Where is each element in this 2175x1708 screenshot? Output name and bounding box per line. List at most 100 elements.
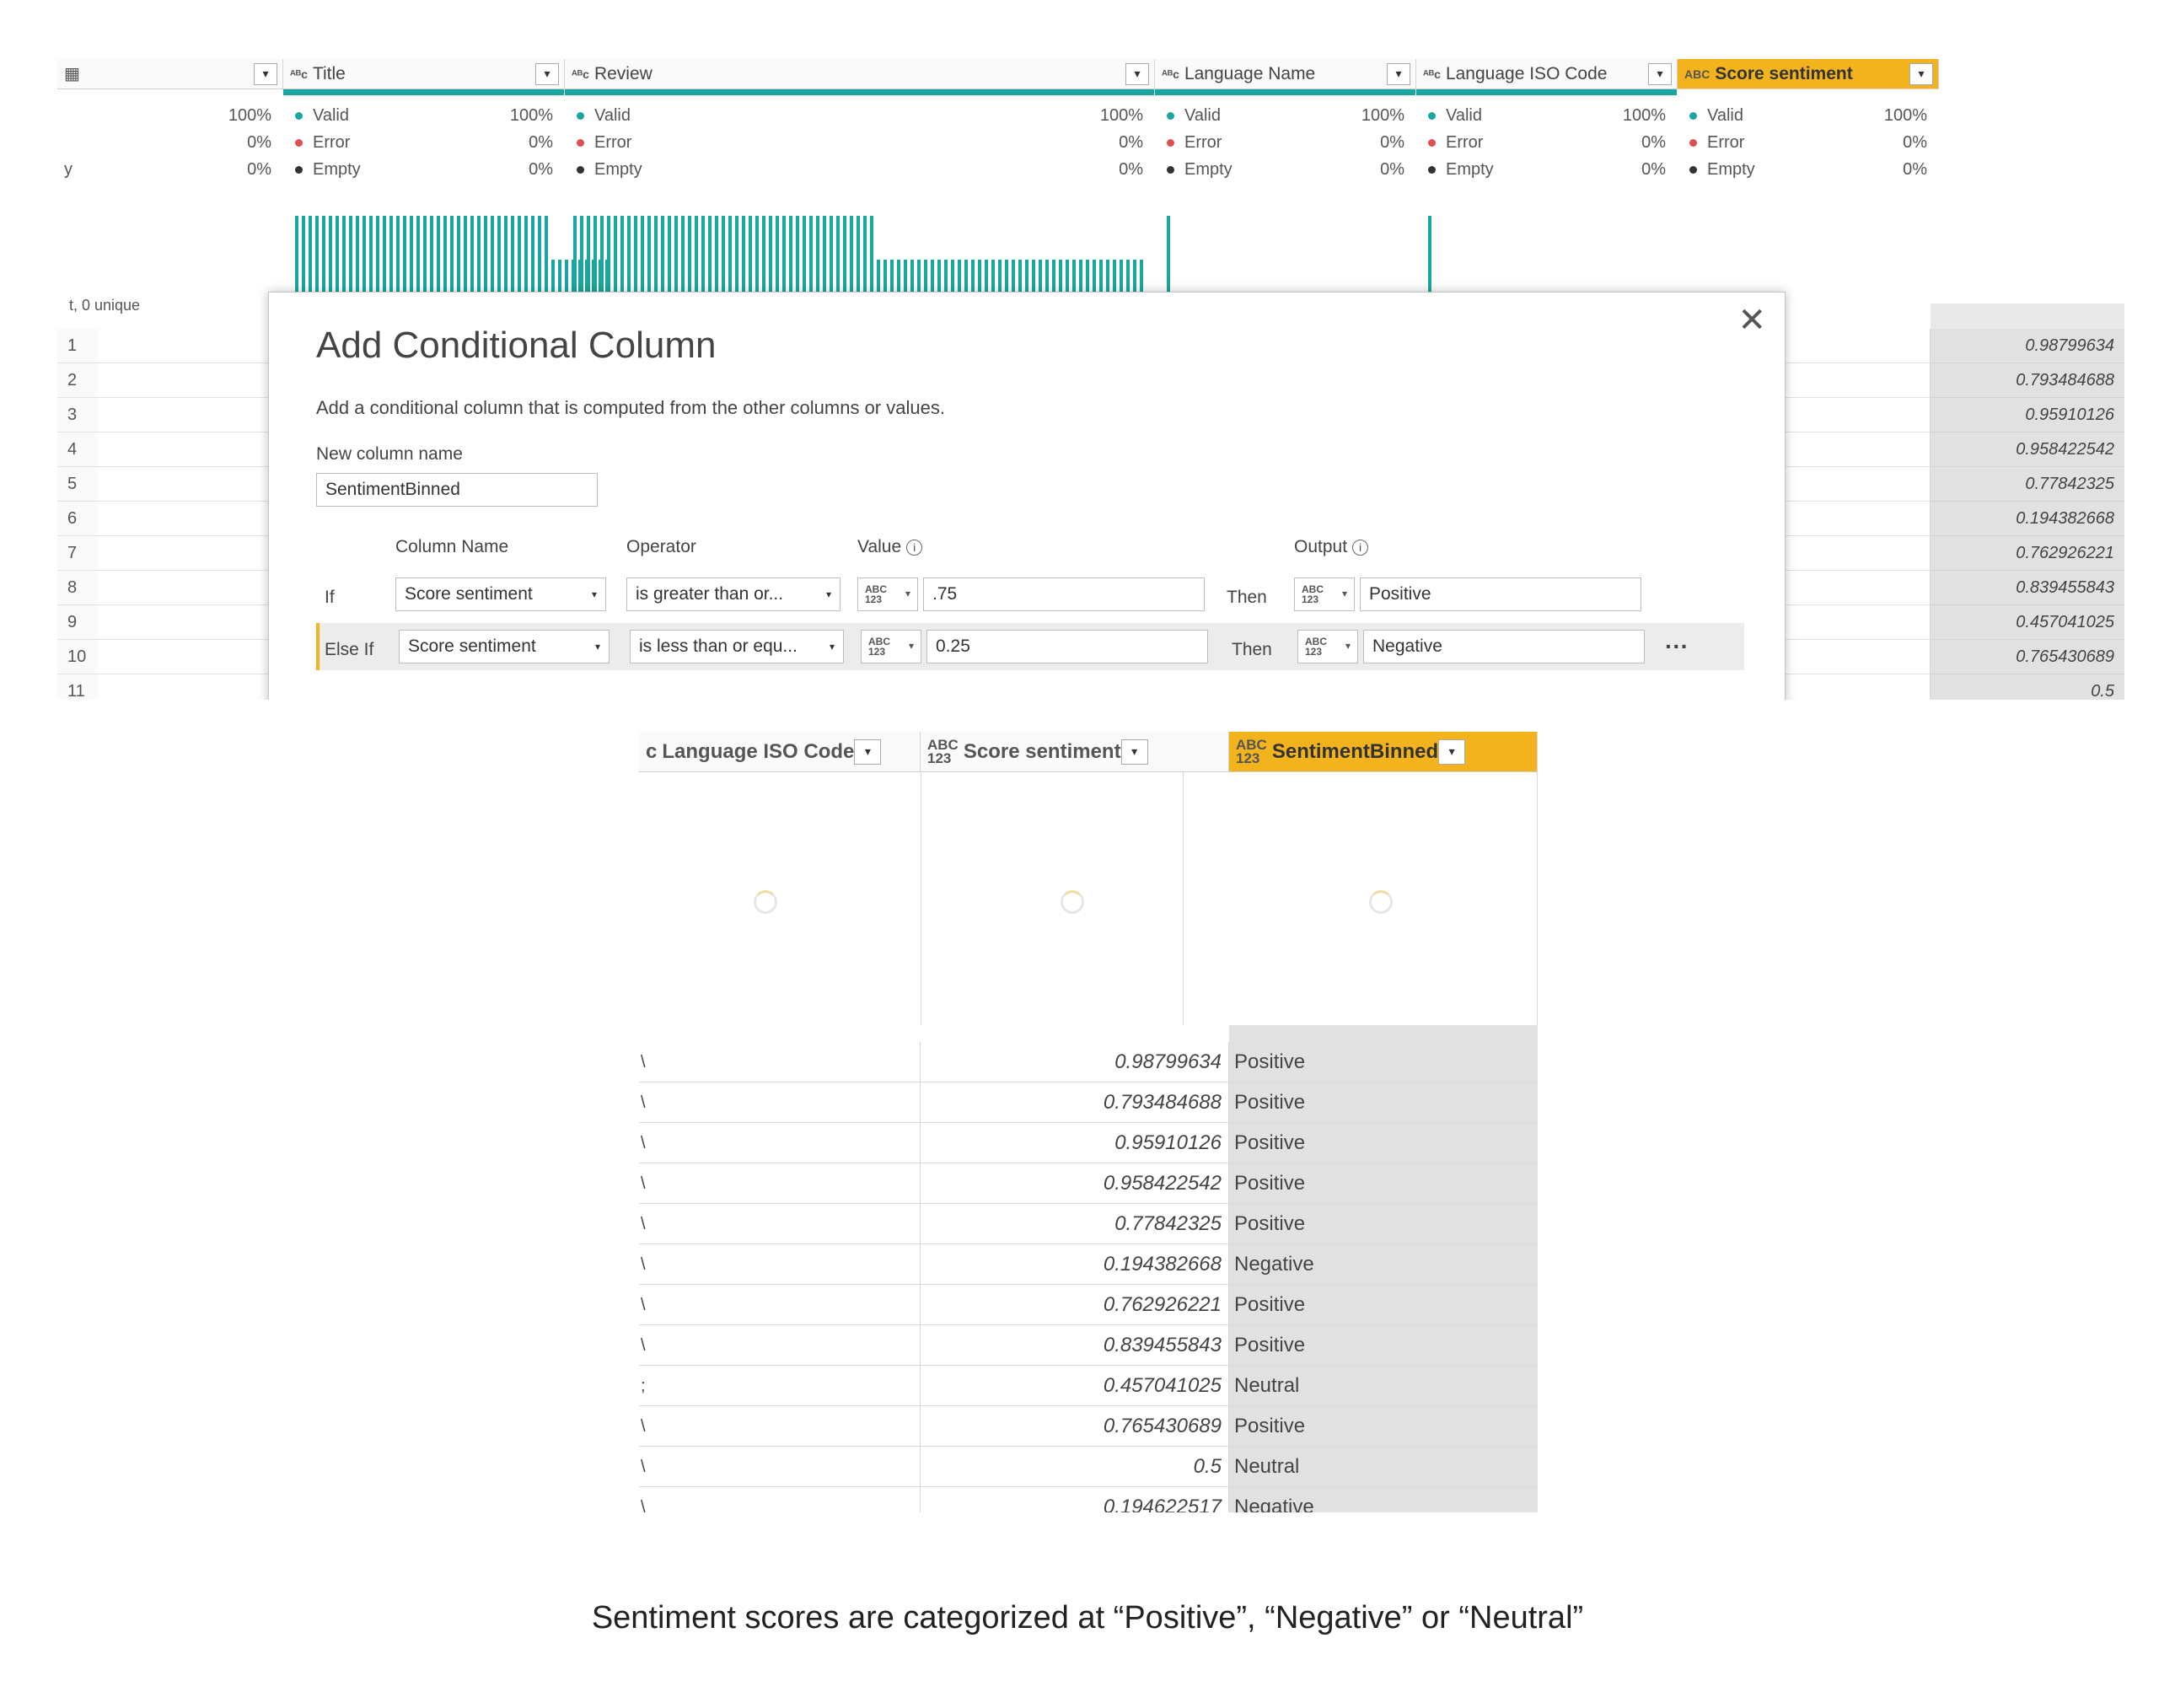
output-input[interactable]: Positive [1360, 577, 1641, 611]
chevron-down-icon[interactable]: ▾ [1909, 62, 1933, 85]
new-column-name-input[interactable]: SentimentBinned [316, 473, 598, 507]
empty-dot-icon [577, 166, 584, 175]
sentiment-binned-cell: Neutral [1229, 1366, 1538, 1406]
condition-keyword: If [325, 588, 335, 607]
any-type-icon[interactable]: ABC 123 [1236, 738, 1267, 765]
valid-label: Valid [1446, 106, 1482, 125]
error-stat: 0% [57, 133, 283, 160]
any-type-icon[interactable]: ABC [1684, 68, 1710, 80]
error-stat: Error 0% [1689, 133, 1939, 160]
column-header[interactable]: c Language ISO Code ▾ [639, 732, 921, 772]
more-options-icon[interactable]: ··· [1665, 633, 1689, 660]
chevron-down-icon[interactable]: ▾ [909, 641, 914, 651]
row-number: 10 [57, 640, 98, 674]
sentiment-binned-cell: Negative [1229, 1487, 1538, 1512]
loading-spinner-icon [1369, 890, 1393, 914]
chevron-down-icon[interactable]: ▾ [1438, 739, 1466, 765]
value-input[interactable]: 0.25 [926, 630, 1208, 663]
value-type-button[interactable]: ABC 123 ▾ [857, 577, 918, 611]
valid-percent: 100% [1622, 106, 1666, 125]
text-type-icon[interactable]: ᴬᴮc [572, 68, 589, 80]
sentiment-binned-cell: Positive [1229, 1082, 1538, 1123]
operator-select[interactable]: is greater than or... ▾ [626, 577, 840, 611]
column-header[interactable]: ▦ ▾ [57, 59, 283, 89]
sentiment-binned-cell: Positive [1229, 1163, 1538, 1204]
info-icon[interactable]: i [906, 539, 923, 556]
language-iso-cell: \ [639, 1163, 921, 1204]
empty-label: y [64, 160, 72, 179]
error-label: Error [1446, 133, 1484, 152]
text-type-icon[interactable]: c [646, 741, 657, 761]
table-icon[interactable]: ▦ [64, 66, 80, 83]
score-sentiment-cell: 0.95910126 [1931, 398, 2124, 432]
error-label: Error [1707, 133, 1745, 152]
chevron-down-icon[interactable]: ▾ [1387, 62, 1410, 85]
empty-label: Empty [594, 160, 642, 179]
error-percent: 0% [1903, 133, 1927, 152]
sentiment-binned-cell: Positive [1229, 1406, 1538, 1447]
error-dot-icon [1167, 139, 1174, 148]
chevron-down-icon[interactable]: ▾ [905, 588, 910, 599]
empty-stat: y 0% [57, 160, 283, 187]
table-cell [1786, 640, 1931, 674]
error-percent: 0% [529, 133, 553, 152]
any-type-icon[interactable]: ABC 123 [927, 738, 959, 765]
text-type-icon[interactable]: ᴬᴮc [1162, 68, 1179, 80]
column-header[interactable]: ᴬᴮc Language ISO Code ▾ [1416, 59, 1678, 89]
chevron-down-icon[interactable]: ▾ [1345, 641, 1351, 651]
text-type-icon[interactable]: ᴬᴮc [290, 68, 308, 80]
chevron-down-icon[interactable]: ▾ [592, 578, 597, 610]
valid-label: Valid [594, 106, 631, 125]
chevron-down-icon[interactable]: ▾ [1125, 62, 1149, 85]
column-name-select[interactable]: Score sentiment ▾ [399, 630, 610, 663]
dialog-title: Add Conditional Column [316, 325, 717, 366]
column-quality-stats: Valid 100% Error 0% Empty 0% [283, 106, 565, 187]
chevron-down-icon[interactable]: ▾ [1342, 588, 1347, 599]
chevron-down-icon[interactable]: ▾ [1648, 62, 1672, 85]
empty-dot-icon [295, 166, 303, 175]
column-name-select[interactable]: Score sentiment ▾ [395, 577, 606, 611]
language-iso-cell: \ [639, 1325, 921, 1366]
score-sentiment-cell: 0.839455843 [921, 1325, 1229, 1366]
column-name-value: Score sentiment [405, 584, 533, 604]
language-iso-cell: \ [639, 1406, 921, 1447]
column-header[interactable]: ABC Score sentiment ▾ [1678, 59, 1939, 89]
value-input[interactable]: .75 [923, 577, 1205, 611]
output-type-button[interactable]: ABC 123 ▾ [1294, 577, 1355, 611]
column-header[interactable]: ABC 123 Score sentiment ▾ [921, 732, 1229, 772]
column-header[interactable]: ᴬᴮc Review ▾ [565, 59, 1155, 89]
sentiment-binned-cell: Positive [1229, 1123, 1538, 1163]
column-header[interactable]: ᴬᴮc Language Name ▾ [1155, 59, 1416, 89]
info-icon[interactable]: i [1352, 539, 1369, 556]
chevron-down-icon[interactable]: ▾ [595, 631, 600, 663]
score-sentiment-cell: 0.762926221 [921, 1285, 1229, 1325]
chevron-down-icon[interactable]: ▾ [1120, 739, 1148, 765]
text-type-icon[interactable]: ᴬᴮc [1423, 68, 1441, 80]
chevron-down-icon[interactable]: ▾ [830, 631, 835, 663]
value-type-button[interactable]: ABC 123 ▾ [861, 630, 921, 663]
loading-spinner-icon [754, 890, 777, 914]
column-header[interactable]: ABC 123 SentimentBinned ▾ [1229, 732, 1538, 772]
column-quality-bar [1416, 89, 1677, 95]
output-header: Output i [1294, 537, 1369, 557]
valid-percent: 100% [1883, 106, 1927, 125]
power-query-editor-top: ▦ ▾ ᴬᴮc Title ▾ ᴬᴮc Review ▾ ᴬᴮc Language Name ▾ ᴬᴮ… [57, 34, 2124, 700]
error-dot-icon [295, 139, 303, 148]
chevron-down-icon[interactable]: ▾ [826, 578, 831, 610]
output-input[interactable]: Negative [1363, 630, 1645, 663]
valid-percent: 100% [1361, 106, 1404, 125]
table-cell [98, 467, 283, 502]
empty-stat: Empty 0% [1167, 160, 1416, 187]
score-sentiment-cell: 0.958422542 [921, 1163, 1229, 1204]
error-dot-icon [577, 139, 584, 148]
column-header[interactable]: ᴬᴮc Title ▾ [283, 59, 565, 89]
chevron-down-icon[interactable]: ▾ [535, 62, 559, 85]
empty-dot-icon [1428, 166, 1436, 175]
chevron-down-icon[interactable]: ▾ [254, 62, 277, 85]
valid-stat: Valid 100% [1428, 106, 1678, 133]
output-type-button[interactable]: ABC 123 ▾ [1297, 630, 1358, 663]
operator-select[interactable]: is less than or equ... ▾ [630, 630, 844, 663]
chevron-down-icon[interactable]: ▾ [854, 739, 882, 765]
close-icon[interactable]: ✕ [1737, 301, 1766, 340]
table-cell [98, 363, 283, 398]
